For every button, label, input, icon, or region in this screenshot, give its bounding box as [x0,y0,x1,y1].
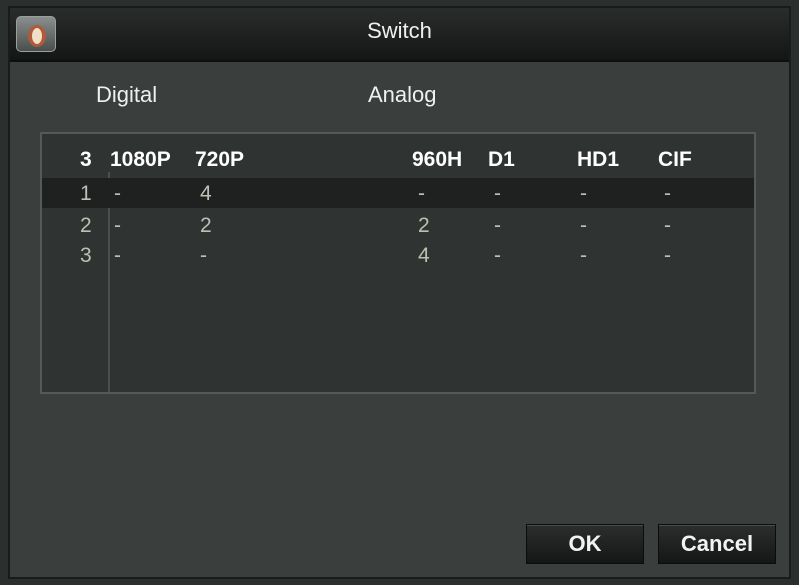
table-cell: - [664,214,671,237]
title-bar: Switch [10,8,789,62]
table-cell: - [114,182,121,205]
table-cell: 4 [418,244,430,267]
resolution-table: 3 1080P 720P 960H D1 HD1 CIF 1 - 4 - - -… [40,132,756,394]
header-cell: D1 [488,148,515,171]
header-cell: HD1 [577,148,620,171]
table-cell: - [494,244,501,267]
table-cell: - [664,182,671,205]
table-cell: - [580,214,587,237]
table-cell: - [664,244,671,267]
table-cell: - [114,214,121,237]
table-header-row: 3 1080P 720P 960H D1 HD1 CIF [42,144,754,174]
table-cell: 1 [80,182,92,205]
header-cell: CIF [658,148,692,171]
table-cell: 3 [80,244,92,267]
table-cell: - [494,182,501,205]
table-cell: 4 [200,182,212,205]
table-cell: - [580,182,587,205]
table-cell: - [418,182,425,205]
table-cell: 2 [80,214,92,237]
table-row[interactable]: 1 - 4 - - - - [42,178,754,208]
table-cell: - [580,244,587,267]
header-cell: 3 [80,148,92,171]
switch-dialog: Switch Digital Analog 3 1080P 720P 960H … [8,6,791,579]
dialog-title: Switch [367,18,432,43]
header-cell: 960H [412,148,463,171]
table-cell: 2 [200,214,212,237]
cancel-button[interactable]: Cancel [658,524,776,564]
table-row[interactable]: 3 - - 4 - - - [42,240,754,270]
table-cell: - [494,214,501,237]
ok-button[interactable]: OK [526,524,644,564]
analog-header: Analog [368,82,437,107]
table-cell: 2 [418,214,430,237]
digital-header: Digital [96,82,158,107]
header-cell: 1080P [110,148,171,171]
header-cell: 720P [195,148,245,171]
table-cell: - [200,244,207,267]
table-row[interactable]: 2 - 2 2 - - - [42,210,754,240]
table-cell: - [114,244,121,267]
